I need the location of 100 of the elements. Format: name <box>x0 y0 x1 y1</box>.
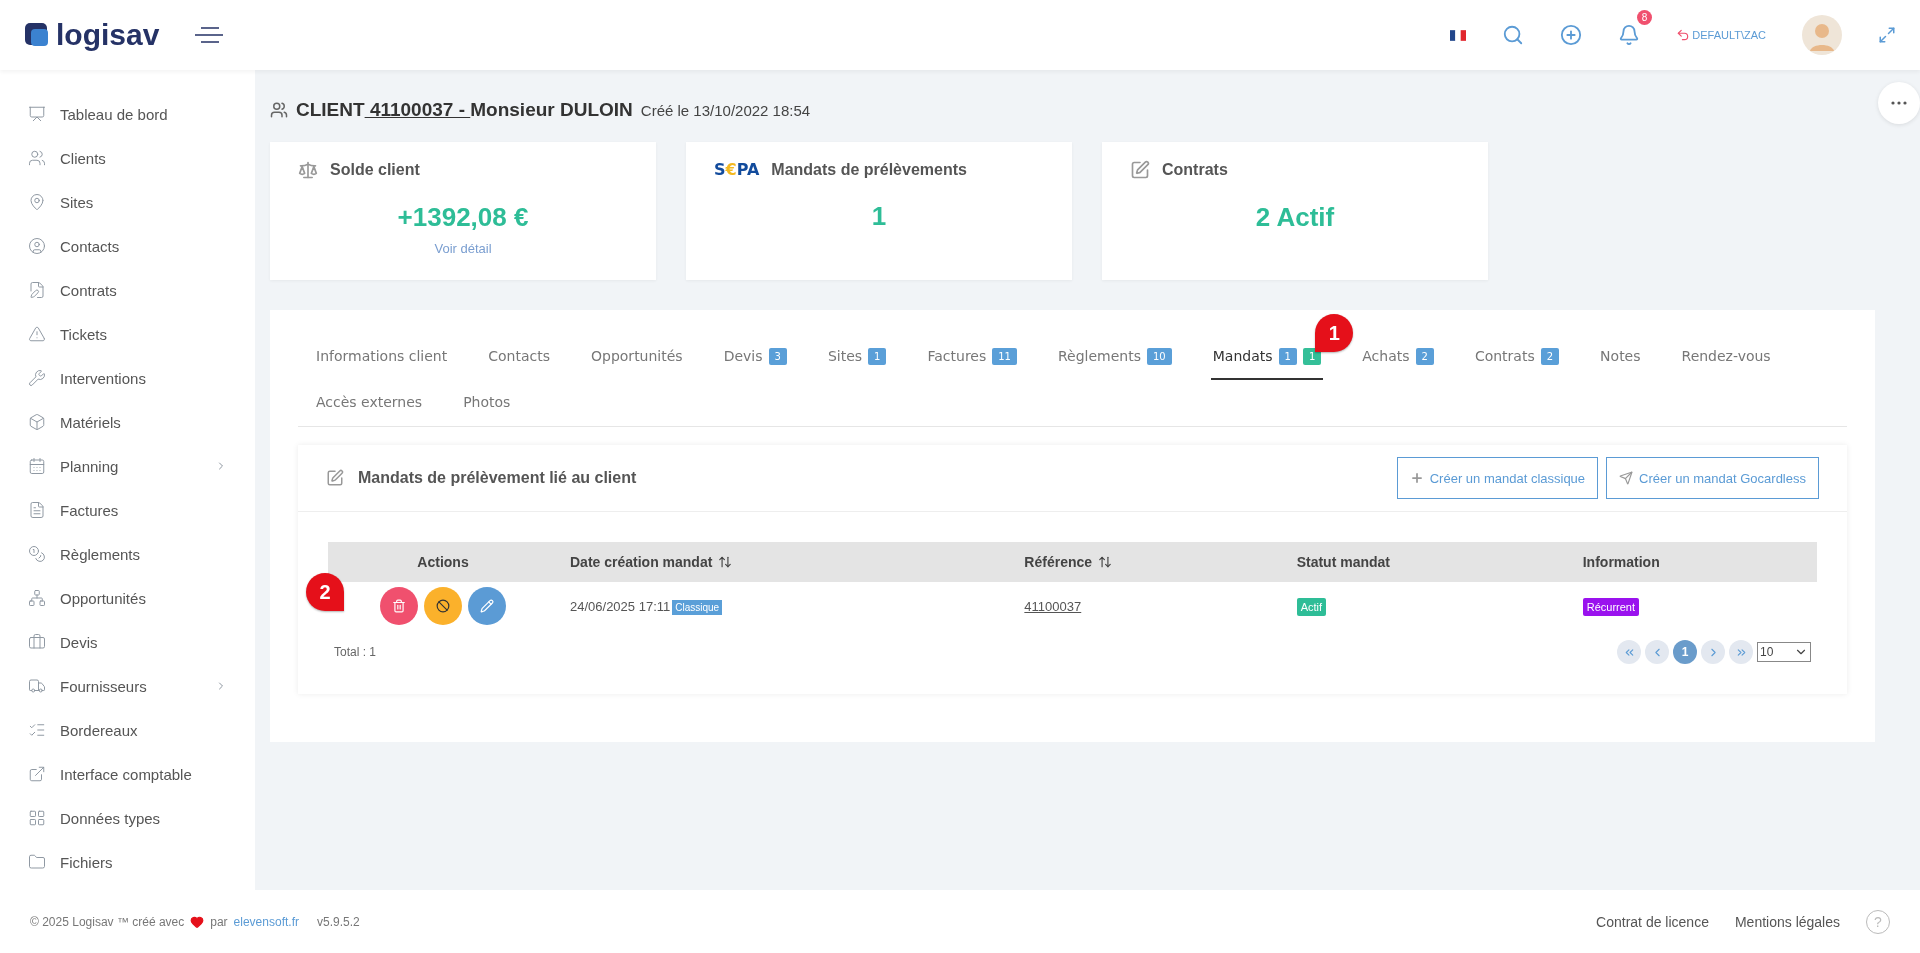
notifications-icon[interactable] <box>1618 24 1641 46</box>
wrench-icon <box>28 369 46 387</box>
footer-link[interactable]: Contrat de licence <box>1596 913 1709 930</box>
sidebar-item[interactable]: Contacts <box>28 224 255 268</box>
information-tag: Récurrent <box>1582 597 1640 616</box>
truck-icon <box>28 677 46 695</box>
tab[interactable]: Photos <box>461 380 513 426</box>
column-header[interactable]: Actions <box>328 542 558 582</box>
count-badge: 10 <box>1147 347 1172 365</box>
edit-icon <box>326 469 344 487</box>
sidebar-item[interactable]: Bordereaux <box>28 708 255 752</box>
callout-marker: 2 <box>306 573 344 611</box>
previous-page-button[interactable] <box>1645 640 1669 664</box>
tab[interactable]: Contacts <box>486 334 552 380</box>
sidebar-item[interactable]: Sites <box>28 180 255 224</box>
card-title: Contrats <box>1162 161 1228 179</box>
tab[interactable]: Factures 11 <box>925 334 1019 380</box>
document-pen-icon <box>1130 160 1150 180</box>
sort-icon[interactable] <box>718 555 733 569</box>
briefcase-icon <box>28 633 46 651</box>
checklist-icon <box>28 721 46 739</box>
paper-plane-icon <box>1619 471 1634 485</box>
block-button[interactable] <box>424 587 462 625</box>
return-icon[interactable] <box>1676 28 1691 42</box>
flag-icon[interactable] <box>1450 29 1467 41</box>
tab[interactable]: Achats 2 <box>1360 334 1436 380</box>
sepa-logo: S€PA <box>714 160 760 179</box>
search-icon[interactable] <box>1502 24 1525 46</box>
tab[interactable]: Accès externes <box>314 380 425 426</box>
warning-icon <box>28 325 46 343</box>
sidebar-item[interactable]: Opportunités <box>28 576 255 620</box>
sidebar-item[interactable]: Fichiers <box>28 840 255 884</box>
tab[interactable]: Contrats 2 <box>1472 334 1562 380</box>
sidebar-item[interactable]: Tableau de bord <box>28 92 255 136</box>
sidebar-item[interactable]: Contrats <box>28 268 255 312</box>
add-icon[interactable] <box>1560 24 1583 46</box>
tab[interactable]: Rendez-vous <box>1679 334 1773 380</box>
version-text: v5.9.5.2 <box>317 914 360 929</box>
tab[interactable]: Notes <box>1598 334 1643 380</box>
scale-icon <box>298 160 318 180</box>
avatar[interactable] <box>1802 15 1842 55</box>
sidebar-item[interactable]: Clients <box>28 136 255 180</box>
document-pen-icon <box>28 281 46 299</box>
sidebar-item[interactable]: Fournisseurs <box>28 664 255 708</box>
column-header[interactable]: Date création mandat <box>558 542 1013 582</box>
sidebar-item[interactable]: Interventions <box>28 356 255 400</box>
menu-icon[interactable] <box>195 25 224 45</box>
network-icon <box>28 589 46 607</box>
presentation-icon <box>28 105 46 123</box>
last-page-button[interactable] <box>1729 640 1753 664</box>
tab[interactable]: Informations client <box>314 334 450 380</box>
logo[interactable]: logisav <box>24 18 160 52</box>
tab[interactable]: Opportunités <box>589 334 685 380</box>
count-badge: 11 <box>992 347 1017 365</box>
page-size-select[interactable]: 10 <box>1757 642 1811 662</box>
first-page-button[interactable] <box>1617 640 1641 664</box>
panel-title: Mandats de prélèvement lié au client <box>358 469 637 487</box>
sidebar-item[interactable]: Interface comptable <box>28 752 255 796</box>
reference-link[interactable]: 41100037 <box>1024 598 1082 614</box>
created-date: Créé le 13/10/2022 18:54 <box>640 101 811 119</box>
status-tag: Actif <box>1296 597 1327 616</box>
trash-icon <box>392 599 406 613</box>
sidebar-item[interactable]: Devis <box>28 620 255 664</box>
tab[interactable]: Sites 1 <box>825 334 889 380</box>
sidebar-item[interactable]: Factures <box>28 488 255 532</box>
next-page-button[interactable] <box>1701 640 1725 664</box>
type-tag: Classique <box>672 599 723 615</box>
grid-icon <box>28 809 46 827</box>
sidebar-item[interactable]: Matériels <box>28 400 255 444</box>
footer-link[interactable]: Mentions légales <box>1734 913 1840 930</box>
users-icon <box>28 149 46 167</box>
column-header[interactable]: Référence <box>1012 542 1285 582</box>
table-cell: 24/06/2025 17:11 Classique <box>558 582 1013 630</box>
external-link-icon <box>28 765 46 783</box>
sort-icon[interactable] <box>1098 555 1113 569</box>
card-title: Solde client <box>330 161 420 179</box>
sidebar-item[interactable]: Tickets <box>28 312 255 356</box>
map-pin-icon <box>28 193 46 211</box>
column-header[interactable]: Information <box>1570 542 1817 582</box>
ban-icon <box>436 599 450 613</box>
user-circle-icon <box>28 237 46 255</box>
tab[interactable]: Règlements 10 <box>1055 334 1174 380</box>
plus-icon <box>1409 471 1424 485</box>
tab[interactable]: Devis 3 <box>721 334 789 380</box>
heart-icon <box>190 914 205 929</box>
ellipsis-icon <box>1891 101 1907 105</box>
delete-button[interactable] <box>380 587 418 625</box>
edit-button[interactable] <box>468 587 506 625</box>
users-icon <box>270 101 288 119</box>
more-button[interactable] <box>1878 82 1920 124</box>
pencil-icon <box>480 599 494 613</box>
sidebar-item[interactable]: Règlements <box>28 532 255 576</box>
fullscreen-icon[interactable] <box>1878 26 1896 44</box>
sidebar-item[interactable]: Données types <box>28 796 255 840</box>
sidebar-item[interactable]: Planning <box>28 444 255 488</box>
column-header[interactable]: Statut mandat <box>1284 542 1571 582</box>
document-icon <box>28 501 46 519</box>
count-badge: 2 <box>1540 347 1560 365</box>
folder-icon <box>28 853 46 871</box>
count-badge: 1 <box>1278 347 1297 365</box>
